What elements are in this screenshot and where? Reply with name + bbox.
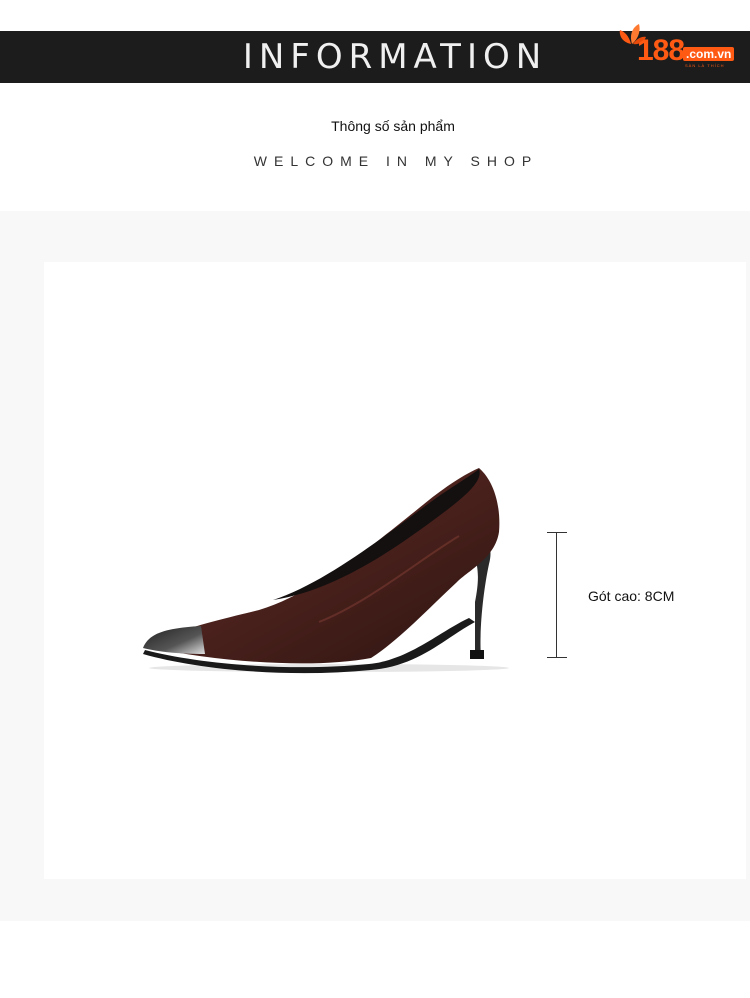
logo-tagline: SÀN LÀ THÍCH — [685, 63, 725, 68]
heel-height-label: Gót cao: 8CM — [588, 588, 675, 604]
section-subtitle: Thông số sản phẩm — [331, 118, 455, 134]
product-photo: Gót cao: 8CM — [44, 262, 746, 879]
shoe-image — [143, 468, 509, 674]
heel-height-indicator — [547, 532, 567, 658]
logo-domain: .com.vn — [683, 47, 735, 61]
logo-number: 188 — [637, 34, 685, 67]
site-logo[interactable]: 188 .com.vn SÀN LÀ THÍCH — [617, 22, 737, 70]
welcome-text: WELCOME IN MY SHOP — [253, 153, 539, 169]
